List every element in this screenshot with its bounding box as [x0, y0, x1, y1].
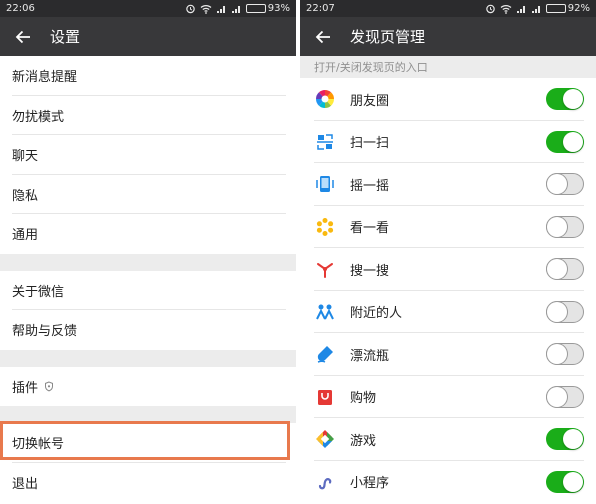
toggle-switch[interactable]	[546, 385, 584, 408]
top-stories-icon	[314, 216, 336, 238]
search-icon	[314, 258, 336, 280]
toggle-knob	[563, 131, 583, 152]
toggle-knob	[547, 174, 567, 195]
battery-indicator: 93%	[245, 3, 290, 14]
status-bar: 22:07 92%	[300, 0, 596, 17]
discover-entry-row: 购物	[300, 376, 596, 419]
toggle-switch[interactable]	[546, 258, 584, 281]
settings-item-new-message-alerts[interactable]: 新消息提醒	[0, 56, 296, 96]
toggle-knob	[547, 216, 567, 237]
toggle-knob	[563, 429, 583, 450]
status-time: 22:07	[306, 3, 335, 14]
settings-item-chats[interactable]: 聊天	[0, 135, 296, 175]
settings-item-plugins[interactable]: 插件	[0, 367, 296, 407]
toggle-knob	[547, 386, 567, 407]
discover-entry-label: 朋友圈	[350, 93, 390, 109]
section-gap	[0, 253, 296, 271]
shake-icon	[314, 173, 336, 195]
discover-entry-row: 附近的人	[300, 291, 596, 334]
toggle-switch[interactable]	[546, 130, 584, 153]
discover-entry-row: 扫一扫	[300, 121, 596, 164]
toggle-switch[interactable]	[546, 428, 584, 451]
settings-item-do-not-disturb[interactable]: 勿扰模式	[0, 96, 296, 136]
toggle-knob	[547, 259, 567, 280]
discover-management-screen: 22:07 92% 发现页管理 打开/关闭发现页的入口 朋友圈 扫一扫 摇一摇 …	[300, 0, 596, 504]
shield-icon	[44, 381, 54, 392]
battery-icon	[245, 4, 266, 13]
battery-icon	[545, 4, 566, 13]
shopping-icon	[314, 386, 336, 408]
moments-icon	[314, 88, 336, 110]
wifi-icon	[200, 4, 212, 14]
alarm-icon	[185, 3, 196, 14]
wifi-icon	[500, 4, 512, 14]
toggle-switch[interactable]	[546, 215, 584, 238]
toggle-knob	[563, 89, 583, 110]
discover-entry-label: 购物	[350, 391, 377, 407]
toggle-switch[interactable]	[546, 470, 584, 493]
drift-bottle-icon	[314, 343, 336, 365]
discover-entry-row: 漂流瓶	[300, 333, 596, 376]
toggle-knob	[563, 471, 583, 492]
toggle-switch[interactable]	[546, 300, 584, 323]
page-title: 发现页管理	[350, 28, 426, 46]
discover-entry-label: 摇一摇	[350, 178, 390, 194]
settings-item-privacy[interactable]: 隐私	[0, 175, 296, 215]
section-gap	[0, 349, 296, 367]
title-bar: 设置	[0, 17, 296, 56]
signal-icon-1	[516, 4, 527, 14]
scan-icon	[314, 131, 336, 153]
settings-item-log-out[interactable]: 退出	[0, 463, 296, 503]
plugins-label: 插件	[12, 380, 39, 396]
discover-entry-label: 漂流瓶	[350, 348, 390, 364]
discover-entry-row: 小程序	[300, 461, 596, 504]
signal-icon-2	[531, 4, 542, 14]
toggle-switch[interactable]	[546, 343, 584, 366]
mini-programs-icon	[314, 471, 336, 493]
discover-entry-label: 扫一扫	[350, 136, 390, 152]
toggle-knob	[547, 344, 567, 365]
discover-entry-list: 朋友圈扫一扫摇一摇看一看搜一搜附近的人漂流瓶购物游戏小程序	[300, 78, 596, 503]
toggle-knob	[547, 301, 567, 322]
discover-entry-label: 小程序	[350, 476, 390, 492]
discover-entry-label: 游戏	[350, 433, 377, 449]
discover-entry-row: 朋友圈	[300, 78, 596, 121]
battery-percent: 92%	[567, 3, 590, 14]
settings-screen: 22:06 93% 设置 新消息提醒 勿扰模式 聊天 隐私 通用 关于微信 帮助…	[0, 0, 296, 504]
discover-entry-label: 搜一搜	[350, 263, 390, 279]
signal-icon-1	[216, 4, 227, 14]
toggle-switch[interactable]	[546, 173, 584, 196]
discover-entry-row: 摇一摇	[300, 163, 596, 206]
discover-entry-row: 搜一搜	[300, 248, 596, 291]
signal-icon-2	[231, 4, 242, 14]
alarm-icon	[485, 3, 496, 14]
page-title: 设置	[50, 28, 81, 46]
battery-indicator: 92%	[545, 3, 590, 14]
back-arrow-icon[interactable]	[312, 26, 334, 48]
games-icon	[314, 428, 336, 450]
settings-list: 新消息提醒 勿扰模式 聊天 隐私 通用 关于微信 帮助与反馈 插件 切换帐号 退…	[0, 56, 296, 502]
toggle-switch[interactable]	[546, 88, 584, 111]
title-bar: 发现页管理	[300, 17, 596, 56]
discover-entry-row: 游戏	[300, 418, 596, 461]
battery-percent: 93%	[267, 3, 290, 14]
settings-item-help-feedback[interactable]: 帮助与反馈	[0, 310, 296, 350]
back-arrow-icon[interactable]	[12, 26, 34, 48]
people-nearby-icon	[314, 301, 336, 323]
section-gap	[0, 406, 296, 423]
settings-item-switch-account[interactable]: 切换帐号	[0, 423, 296, 463]
status-bar: 22:06 93%	[0, 0, 296, 17]
settings-item-about[interactable]: 关于微信	[0, 271, 296, 311]
discover-entry-row: 看一看	[300, 206, 596, 249]
discover-entry-label: 看一看	[350, 221, 390, 237]
settings-item-general[interactable]: 通用	[0, 214, 296, 254]
status-time: 22:06	[6, 3, 35, 14]
section-header: 打开/关闭发现页的入口	[300, 56, 596, 78]
discover-entry-label: 附近的人	[350, 306, 403, 322]
